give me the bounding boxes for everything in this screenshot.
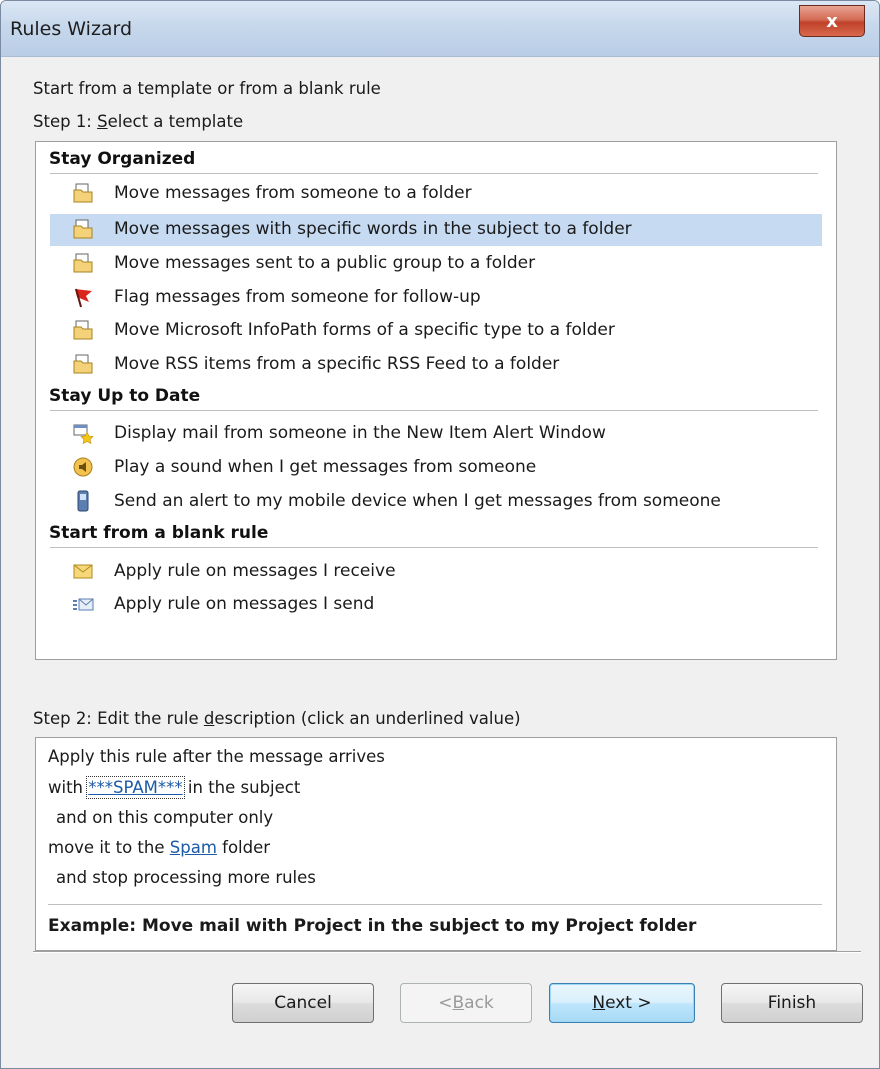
- alert-window-icon: [73, 424, 94, 444]
- template-item[interactable]: Move messages sent to a public group to …: [50, 248, 822, 280]
- desc-line-4: move it to the Spam folder: [48, 838, 271, 857]
- template-label: Move RSS items from a specific RSS Feed …: [114, 354, 560, 374]
- folder-move-icon: [73, 253, 93, 273]
- section-divider: [50, 410, 818, 411]
- speaker-icon: [73, 457, 93, 477]
- rule-description-box: Apply this rule after the message arrive…: [35, 737, 837, 951]
- mobile-device-icon: [77, 490, 89, 512]
- section-stay-up-to-date: Stay Up to Date: [49, 386, 201, 406]
- desc-line-2: with ***SPAM*** in the subject: [48, 776, 301, 799]
- template-item[interactable]: Apply rule on messages I receive: [50, 556, 822, 588]
- next-button[interactable]: Next >: [549, 983, 695, 1023]
- example-text: Example: Move mail with Project in the s…: [48, 916, 697, 936]
- folder-move-icon: [73, 183, 93, 203]
- title-bar: Rules Wizard x: [1, 1, 879, 57]
- close-button[interactable]: x: [799, 5, 865, 37]
- template-item[interactable]: Move Microsoft InfoPath forms of a speci…: [50, 315, 822, 347]
- finish-button[interactable]: Finish: [721, 983, 863, 1023]
- template-label: Move messages with specific words in the…: [114, 219, 632, 239]
- close-icon: x: [826, 10, 838, 32]
- template-label: Move messages sent to a public group to …: [114, 253, 536, 273]
- template-item[interactable]: Display mail from someone in the New Ite…: [50, 418, 822, 450]
- template-item[interactable]: Move RSS items from a specific RSS Feed …: [50, 349, 822, 381]
- button-separator: [33, 951, 861, 952]
- template-item[interactable]: Apply rule on messages I send: [50, 589, 822, 621]
- rules-wizard-window: Rules Wizard x Start from a template or …: [0, 0, 880, 1069]
- template-label: Apply rule on messages I receive: [114, 561, 396, 581]
- send-message-icon: [73, 598, 94, 611]
- desc-line-1: Apply this rule after the message arrive…: [48, 747, 385, 766]
- desc-line-3: and on this computer only: [56, 808, 274, 827]
- back-button[interactable]: < Back: [400, 983, 532, 1023]
- spam-folder-link[interactable]: Spam: [170, 838, 217, 857]
- folder-move-icon: [73, 320, 93, 340]
- template-label: Flag messages from someone for follow-up: [114, 287, 481, 307]
- template-label: Send an alert to my mobile device when I…: [114, 491, 721, 511]
- envelope-icon: [73, 564, 93, 579]
- step1-label: Step 1: Select a template: [33, 112, 244, 131]
- description-divider: [48, 904, 822, 905]
- intro-text: Start from a template or from a blank ru…: [33, 79, 381, 98]
- section-blank-rule: Start from a blank rule: [49, 523, 269, 543]
- folder-move-icon: [73, 219, 93, 239]
- template-item[interactable]: Move messages from someone to a folder: [50, 178, 822, 210]
- desc-line-5: and stop processing more rules: [56, 868, 316, 887]
- section-stay-organized: Stay Organized: [49, 149, 196, 169]
- step2-label: Step 2: Edit the rule description (click…: [33, 709, 521, 728]
- template-label: Move Microsoft InfoPath forms of a speci…: [114, 320, 615, 340]
- section-divider: [50, 173, 818, 174]
- cancel-button[interactable]: Cancel: [232, 983, 374, 1023]
- template-label: Display mail from someone in the New Ite…: [114, 423, 606, 443]
- spam-keyword-link[interactable]: ***SPAM***: [86, 776, 185, 799]
- template-label: Play a sound when I get messages from so…: [114, 457, 537, 477]
- template-item[interactable]: Flag messages from someone for follow-up: [50, 282, 822, 314]
- template-label: Apply rule on messages I send: [114, 594, 375, 614]
- template-item[interactable]: Send an alert to my mobile device when I…: [50, 486, 822, 518]
- window-title: Rules Wizard: [10, 18, 133, 40]
- red-flag-icon: [75, 288, 92, 308]
- folder-move-icon: [73, 354, 93, 374]
- template-item-selected[interactable]: Move messages with specific words in the…: [50, 214, 822, 246]
- section-divider: [50, 547, 818, 548]
- template-label: Move messages from someone to a folder: [114, 183, 472, 203]
- template-item[interactable]: Play a sound when I get messages from so…: [50, 452, 822, 484]
- template-list[interactable]: Stay Organized Move messages from someon…: [35, 141, 837, 660]
